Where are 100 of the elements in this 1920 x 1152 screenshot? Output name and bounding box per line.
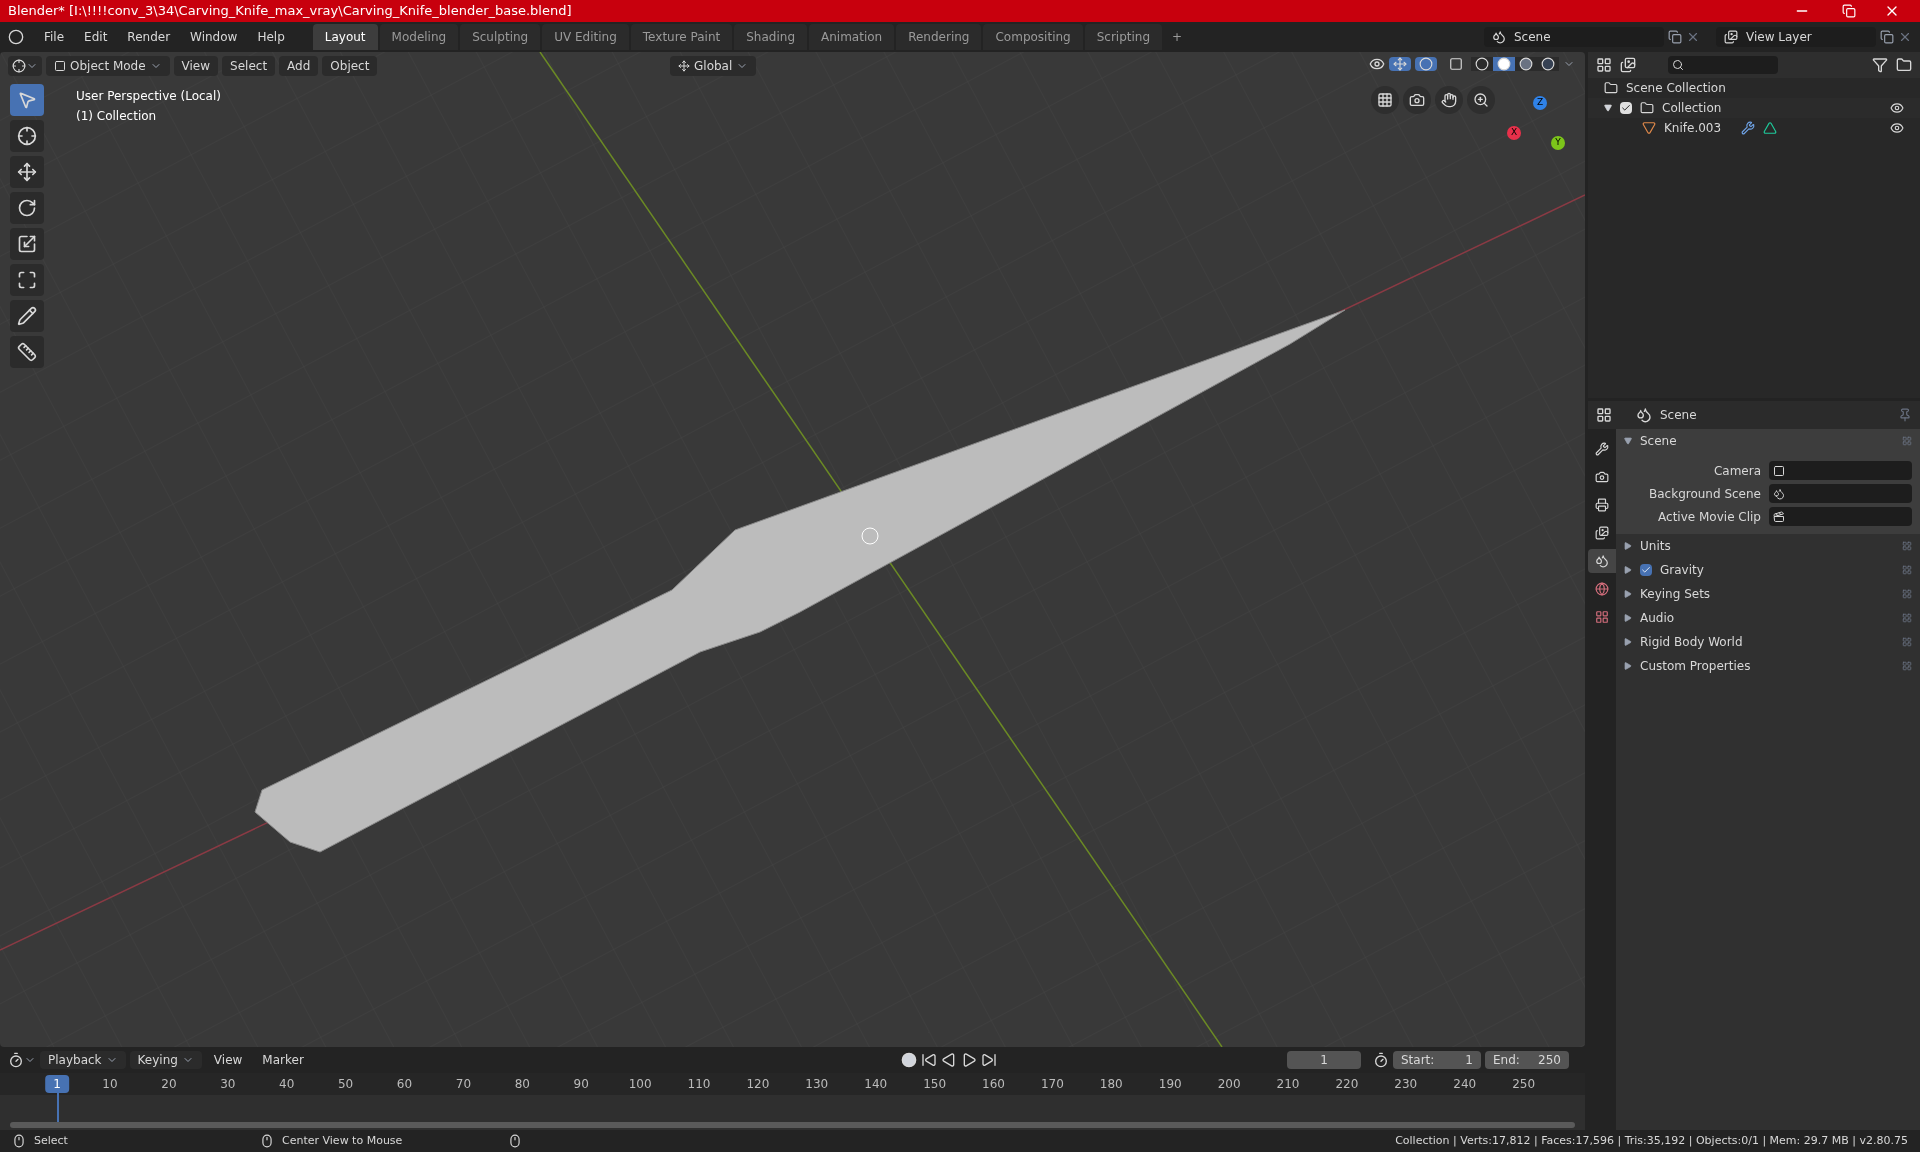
gizmo-toggle[interactable] bbox=[1389, 57, 1411, 71]
record-icon[interactable] bbox=[901, 1052, 918, 1068]
properties-tab[interactable] bbox=[1588, 549, 1616, 573]
panel-header[interactable]: Rigid Body World bbox=[1616, 630, 1920, 654]
add-workspace-button[interactable]: + bbox=[1164, 24, 1191, 50]
search-field[interactable] bbox=[1668, 56, 1778, 74]
field-input[interactable] bbox=[1769, 507, 1912, 526]
current-frame-field[interactable]: 1 bbox=[1287, 1051, 1361, 1069]
timeline-dropdown[interactable]: Playback bbox=[40, 1051, 126, 1069]
pin-icon[interactable] bbox=[1898, 408, 1912, 422]
tool-button[interactable] bbox=[10, 264, 44, 296]
copy-icon[interactable] bbox=[1880, 30, 1894, 44]
workspace-tab[interactable]: Texture Paint bbox=[630, 24, 733, 50]
tool-button[interactable] bbox=[10, 336, 44, 368]
drag-handle-icon[interactable] bbox=[1902, 589, 1912, 599]
viewport[interactable]: Object Mode View Select Add Object Global User Perspective (Local) (1) Collection Z X Y bbox=[0, 52, 1585, 1047]
play-icon[interactable] bbox=[961, 1052, 978, 1068]
panel-header[interactable]: Audio bbox=[1616, 606, 1920, 630]
select-icon bbox=[17, 90, 37, 110]
workspace-tab[interactable]: Animation bbox=[809, 24, 895, 50]
drag-handle-icon[interactable] bbox=[1902, 436, 1912, 446]
timeline-dropdown[interactable]: Keying bbox=[129, 1051, 202, 1069]
drag-handle-icon[interactable] bbox=[1902, 661, 1912, 671]
panel-header[interactable]: Scene bbox=[1616, 429, 1920, 453]
stopwatch-icon[interactable] bbox=[1373, 1052, 1389, 1068]
visibility-icon[interactable] bbox=[1890, 121, 1904, 135]
workspace-tab[interactable]: Sculpting bbox=[460, 24, 541, 50]
end-frame-field[interactable]: End: 250 bbox=[1485, 1051, 1569, 1069]
restore-icon[interactable] bbox=[1842, 4, 1856, 18]
menu-item[interactable]: Window bbox=[182, 28, 246, 46]
jump-start-icon[interactable] bbox=[921, 1052, 938, 1068]
panel-header[interactable]: Gravity bbox=[1616, 558, 1920, 582]
app-logo-icon[interactable] bbox=[8, 29, 24, 45]
timeline-track[interactable]: 1 10 20 30 40 50 60 70 80 90 100 110 120 130 140 150 160 170 180 190 200 210 220 230 240 250 bbox=[0, 1073, 1585, 1130]
visibility-icon[interactable] bbox=[1890, 101, 1904, 115]
workspace-tab[interactable]: UV Editing bbox=[542, 24, 629, 50]
visibility-icon[interactable] bbox=[1369, 56, 1385, 72]
checkbox[interactable] bbox=[1620, 102, 1632, 114]
shading-button[interactable] bbox=[1471, 57, 1493, 71]
tool-button[interactable] bbox=[10, 300, 44, 332]
wrench-icon[interactable] bbox=[1741, 121, 1756, 135]
tree-item[interactable]: Knife.003 bbox=[1664, 119, 1722, 137]
jump-end-icon[interactable] bbox=[981, 1052, 998, 1068]
tool-button[interactable] bbox=[10, 156, 44, 188]
viewport-menu[interactable]: Add bbox=[279, 56, 319, 76]
checkbox[interactable] bbox=[1640, 564, 1652, 576]
workspace-tab[interactable]: Modeling bbox=[379, 24, 459, 50]
frame-number[interactable]: 1 bbox=[45, 1075, 69, 1093]
copy-icon[interactable] bbox=[1668, 30, 1682, 44]
filter-icon[interactable] bbox=[1872, 57, 1888, 73]
tree-item[interactable]: Collection bbox=[1662, 99, 1882, 117]
viewport-menu[interactable]: Select bbox=[222, 56, 276, 76]
workspace-tab[interactable]: Layout bbox=[312, 24, 378, 50]
panel-header[interactable]: Custom Properties bbox=[1616, 654, 1920, 678]
shading-button[interactable] bbox=[1537, 57, 1559, 71]
shading-button[interactable] bbox=[1493, 57, 1515, 71]
menu-item[interactable]: File bbox=[36, 28, 73, 46]
drag-handle-icon[interactable] bbox=[1902, 565, 1912, 575]
tool-button[interactable] bbox=[10, 120, 44, 152]
expand-icon[interactable] bbox=[1604, 104, 1612, 112]
scrollbar[interactable] bbox=[10, 1122, 1575, 1128]
xray-icon[interactable] bbox=[1449, 57, 1463, 71]
view-layer-selector[interactable]: View Layer bbox=[1716, 27, 1876, 47]
view-layer-icon[interactable] bbox=[1620, 57, 1636, 73]
field-input[interactable] bbox=[1769, 461, 1912, 480]
mode-dropdown[interactable]: Object Mode bbox=[46, 56, 170, 76]
knife-drawing[interactable] bbox=[254, 309, 1346, 853]
menu-item[interactable]: Render bbox=[119, 28, 179, 46]
panel-header[interactable]: Keying Sets bbox=[1616, 582, 1920, 606]
sphere-icon bbox=[1475, 57, 1489, 71]
close-icon[interactable] bbox=[1898, 30, 1912, 44]
new-collection-icon[interactable] bbox=[1896, 57, 1912, 73]
timeline-menu[interactable]: View bbox=[205, 1051, 251, 1069]
editor-type-button[interactable] bbox=[8, 1052, 36, 1068]
mesh-data-icon[interactable] bbox=[1763, 121, 1778, 135]
field-input[interactable] bbox=[1769, 484, 1912, 503]
menu-item[interactable]: Help bbox=[249, 28, 293, 46]
workspace-tab[interactable]: Rendering bbox=[896, 24, 982, 50]
tool-button[interactable] bbox=[10, 228, 44, 260]
scene-selector[interactable]: Scene bbox=[1484, 27, 1664, 47]
viewport-menu[interactable]: View bbox=[173, 56, 219, 76]
start-frame-field[interactable]: Start: 1 bbox=[1393, 1051, 1481, 1069]
timeline-menu[interactable]: Marker bbox=[254, 1051, 312, 1069]
orientation-dropdown[interactable]: Global bbox=[670, 56, 757, 76]
tree-item[interactable]: Scene Collection bbox=[1626, 79, 1726, 97]
drag-handle-icon[interactable] bbox=[1902, 637, 1912, 647]
field-label: Active Movie Clip bbox=[1657, 508, 1761, 526]
workspace-tab[interactable]: Shading bbox=[734, 24, 807, 50]
tool-button[interactable] bbox=[10, 192, 44, 224]
menu-item[interactable]: Edit bbox=[76, 28, 116, 46]
close-icon[interactable] bbox=[1686, 30, 1700, 44]
overlay-toggle[interactable] bbox=[1415, 57, 1437, 71]
drag-handle-icon[interactable] bbox=[1902, 541, 1912, 551]
viewport-menu[interactable]: Object bbox=[322, 56, 378, 76]
shading-button[interactable] bbox=[1515, 57, 1537, 71]
workspace-tab[interactable]: Compositing bbox=[983, 24, 1083, 50]
workspace-tab[interactable]: Scripting bbox=[1084, 24, 1163, 50]
editor-type-button[interactable] bbox=[8, 56, 42, 76]
panel-header[interactable]: Units bbox=[1616, 534, 1920, 558]
drag-handle-icon[interactable] bbox=[1902, 613, 1912, 623]
